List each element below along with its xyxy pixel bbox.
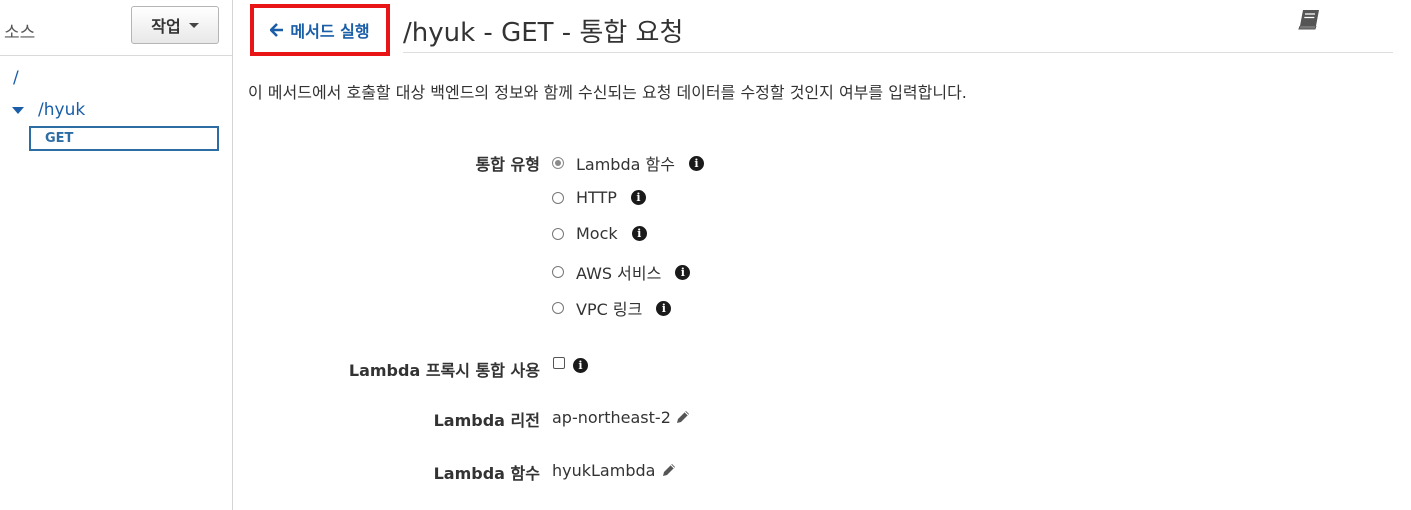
info-icon[interactable]: i bbox=[688, 155, 704, 171]
sidebar-divider bbox=[0, 55, 232, 56]
radio-label: Mock bbox=[576, 224, 618, 243]
tree-item-method-selected[interactable]: GET bbox=[29, 126, 219, 151]
radio-option-vpc-link[interactable]: VPC 링크 i bbox=[552, 296, 672, 320]
actions-dropdown-button[interactable]: 작업 bbox=[131, 6, 219, 44]
radio-option-aws-service[interactable]: AWS 서비스 i bbox=[552, 260, 691, 284]
page-description: 이 메서드에서 호출할 대상 백엔드의 정보와 함께 수신되는 요청 데이터를 … bbox=[248, 83, 967, 102]
lambda-function-value: hyukLambda bbox=[552, 461, 656, 480]
lambda-function-label: Lambda 함수 bbox=[433, 464, 540, 483]
tree-item-root[interactable]: / bbox=[13, 68, 19, 88]
pencil-icon[interactable] bbox=[661, 462, 677, 478]
proxy-integration-label: Lambda 프록시 통합 사용 bbox=[348, 361, 540, 380]
arrow-left-icon bbox=[270, 23, 284, 37]
page-title: /hyuk - GET - 통합 요청 bbox=[403, 18, 684, 48]
proxy-integration-checkbox[interactable] bbox=[553, 357, 565, 369]
integration-type-label: 통합 유형 bbox=[475, 155, 540, 174]
lambda-region-label: Lambda 리전 bbox=[433, 411, 540, 430]
radio-option-mock[interactable]: Mock i bbox=[552, 224, 647, 243]
header-divider bbox=[403, 52, 1393, 53]
tree-item-resource-label: /hyuk bbox=[38, 100, 86, 120]
radio-button[interactable] bbox=[552, 302, 564, 314]
radio-button-selected[interactable] bbox=[552, 157, 564, 169]
info-icon[interactable]: i bbox=[631, 226, 647, 241]
radio-option-lambda[interactable]: Lambda 함수 i bbox=[552, 151, 704, 175]
expand-triangle-icon[interactable] bbox=[12, 106, 24, 114]
radio-button[interactable] bbox=[552, 191, 564, 204]
radio-label: AWS 서비스 bbox=[576, 264, 662, 283]
info-icon[interactable]: i bbox=[573, 358, 588, 373]
actions-button-label: 작업 bbox=[151, 17, 181, 36]
back-link-label: 메서드 실행 bbox=[290, 22, 370, 41]
info-icon[interactable]: i bbox=[675, 264, 691, 280]
book-icon[interactable] bbox=[1296, 8, 1322, 32]
radio-button[interactable] bbox=[552, 227, 564, 240]
radio-label: Lambda 함수 bbox=[576, 155, 675, 174]
caret-down-icon bbox=[188, 22, 199, 28]
radio-label: VPC 링크 bbox=[576, 300, 643, 319]
method-execution-back-link[interactable]: 메서드 실행 bbox=[250, 4, 390, 56]
resources-sidebar: 소스 작업 / /hyuk GET bbox=[0, 0, 233, 510]
pencil-icon[interactable] bbox=[675, 409, 691, 425]
tree-item-resource[interactable]: /hyuk bbox=[12, 100, 85, 120]
info-icon[interactable]: i bbox=[630, 190, 646, 205]
sidebar-title: 소스 bbox=[4, 23, 36, 43]
info-icon[interactable]: i bbox=[656, 300, 672, 316]
radio-label: HTTP bbox=[576, 188, 617, 207]
radio-button[interactable] bbox=[552, 266, 564, 278]
lambda-region-value: ap-northeast-2 bbox=[552, 408, 671, 427]
radio-option-http[interactable]: HTTP i bbox=[552, 188, 646, 207]
